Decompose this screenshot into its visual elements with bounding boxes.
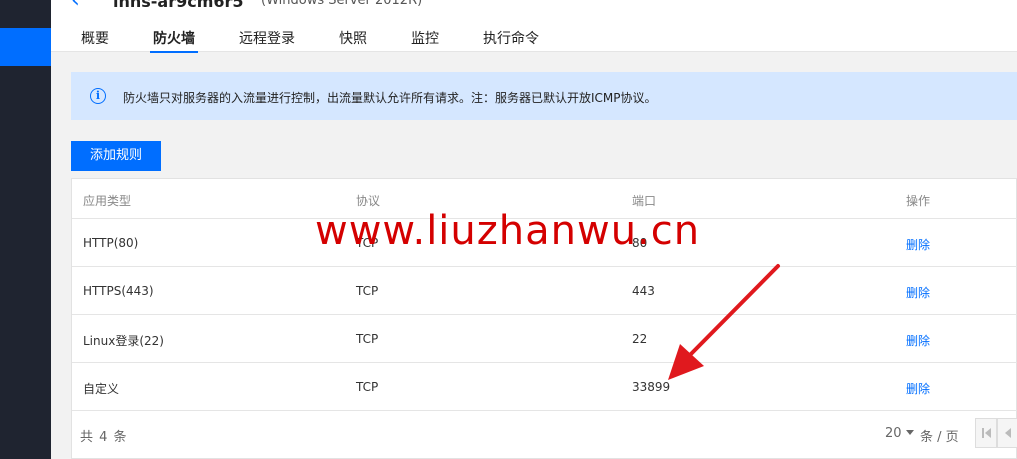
app-type-cell: Linux登录(22)	[83, 334, 164, 348]
total-count: 共 4 条	[80, 430, 128, 445]
tab-bar: 概要 防火墙 远程登录 快照 监控 执行命令	[81, 28, 583, 53]
instance-os: (Windows Server 2012R)	[261, 0, 423, 8]
tab-monitoring[interactable]: 监控	[411, 28, 439, 52]
notice-text: 防火墙只对服务器的入流量进行控制，出流量默认允许所有请求。注：服务器已默认开放I…	[123, 91, 657, 105]
tab-execute-command[interactable]: 执行命令	[483, 28, 539, 52]
app-type-cell: HTTPS(443)	[83, 284, 154, 298]
app-type-cell: HTTP(80)	[83, 236, 139, 250]
column-header-action: 操作	[906, 194, 931, 208]
prev-page-icon	[1005, 428, 1011, 438]
protocol-cell: TCP	[356, 284, 379, 298]
table-row: Linux登录(22) TCP 22 删除	[72, 315, 1017, 363]
delete-link[interactable]: 删除	[906, 332, 930, 349]
instance-name: lnns-ar9cm6r5	[113, 0, 244, 11]
tab-overview[interactable]: 概要	[81, 28, 109, 52]
per-page-label: 条 / 页	[920, 430, 959, 445]
page-size-select[interactable]: 20	[885, 426, 918, 441]
caret-down-icon	[905, 430, 914, 435]
port-cell: 22	[632, 332, 648, 346]
sidebar-active-item[interactable]	[0, 28, 51, 66]
first-page-icon	[981, 428, 984, 438]
table-row: 自定义 TCP 33899 删除	[72, 363, 1017, 411]
delete-link[interactable]: 删除	[906, 380, 930, 397]
back-arrow-icon[interactable]: ‹	[71, 0, 80, 13]
app-type-cell: 自定义	[83, 382, 120, 396]
tab-snapshot[interactable]: 快照	[339, 28, 367, 52]
pagination	[975, 418, 1017, 448]
column-header-protocol: 协议	[356, 194, 381, 208]
port-cell: 33899	[632, 380, 671, 394]
column-header-port: 端口	[632, 194, 657, 208]
table-row: HTTPS(443) TCP 443 删除	[72, 267, 1017, 315]
add-rule-button[interactable]: 添加规则	[71, 141, 161, 171]
protocol-cell: TCP	[356, 332, 379, 346]
first-page-arrow-icon	[984, 428, 991, 438]
prev-page-button[interactable]	[997, 418, 1017, 448]
sidebar	[0, 0, 51, 459]
port-cell: 443	[632, 284, 655, 298]
info-icon: i	[90, 88, 106, 104]
watermark-text: www.liuzhanwu.cn	[315, 208, 701, 254]
page-size-value: 20	[885, 426, 902, 441]
tab-firewall[interactable]: 防火墙	[150, 28, 198, 53]
top-header: ‹ lnns-ar9cm6r5 (Windows Server 2012R) 概…	[51, 0, 1017, 53]
delete-link[interactable]: 删除	[906, 236, 930, 253]
protocol-cell: TCP	[356, 380, 379, 394]
tab-remote-login[interactable]: 远程登录	[239, 28, 295, 52]
table-footer: 共 4 条 20 条 / 页	[72, 411, 1017, 459]
column-header-app-type: 应用类型	[83, 194, 132, 208]
first-page-button[interactable]	[975, 418, 997, 448]
info-notice: i 防火墙只对服务器的入流量进行控制，出流量默认允许所有请求。注：服务器已默认开…	[71, 72, 1017, 120]
delete-link[interactable]: 删除	[906, 284, 930, 301]
